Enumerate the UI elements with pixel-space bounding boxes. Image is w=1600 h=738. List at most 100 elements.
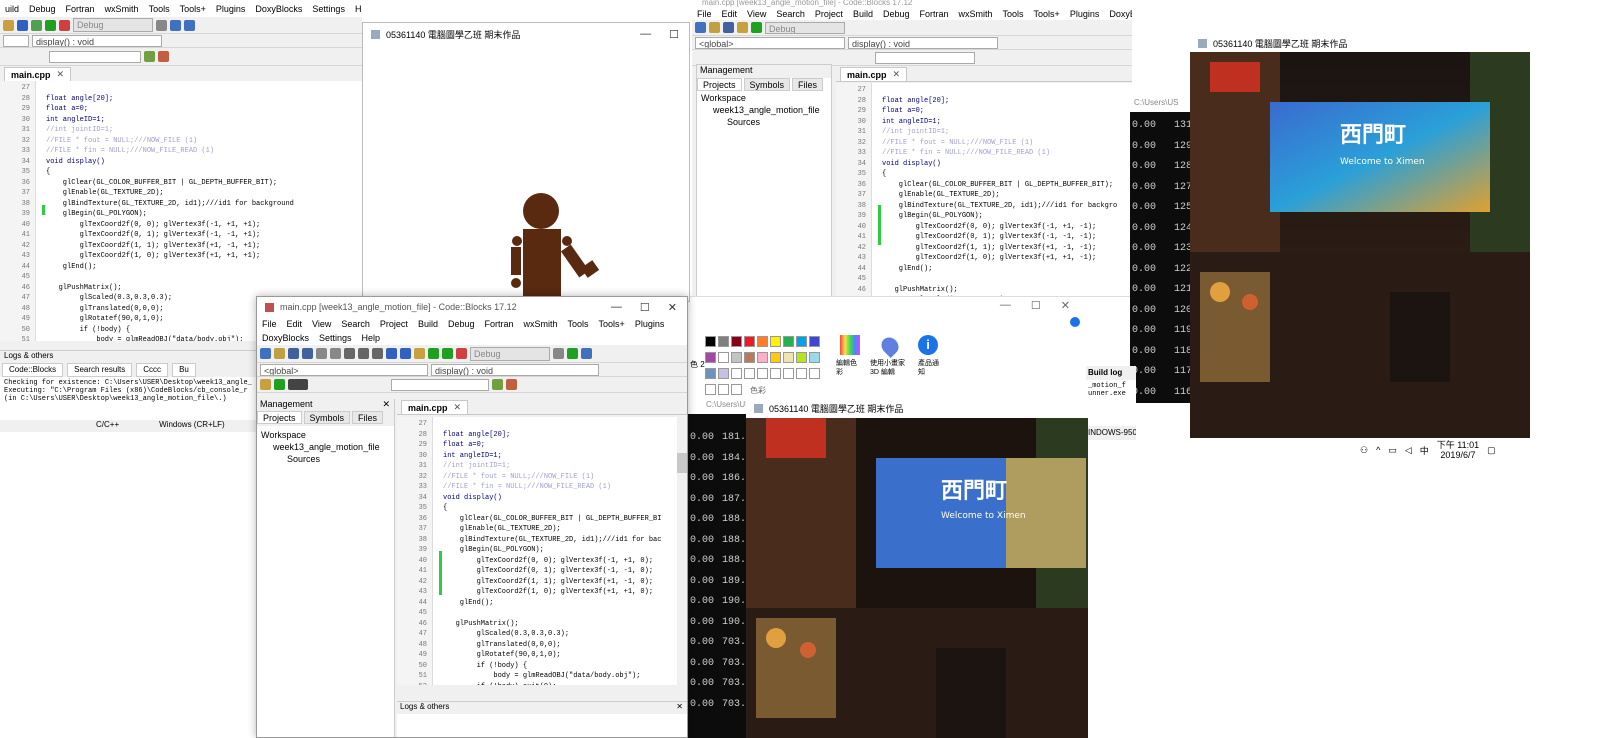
replace-icon[interactable] (400, 348, 411, 359)
menu-view[interactable]: View (307, 317, 336, 331)
menu-settings[interactable]: Settings (314, 331, 357, 345)
color-swatch[interactable] (744, 336, 755, 347)
close-button[interactable]: ✕ (668, 301, 677, 314)
save-icon[interactable] (288, 348, 299, 359)
search-icon[interactable] (386, 348, 397, 359)
minimize-button[interactable]: — (640, 28, 651, 41)
step-icon[interactable] (170, 19, 181, 31)
people-icon[interactable]: ⚇ (1360, 445, 1368, 456)
close-icon[interactable]: ✕ (57, 69, 65, 80)
scope-global-select[interactable]: <global> (695, 36, 845, 49)
menu-edit[interactable]: Edit (282, 317, 308, 331)
empty-swatch[interactable] (783, 368, 794, 379)
menu-uild[interactable]: uild (0, 4, 24, 14)
find-next-icon[interactable] (144, 51, 155, 62)
find-next-icon[interactable] (492, 379, 503, 390)
menu-tools-[interactable]: Tools+ (1029, 9, 1065, 19)
menu-tools[interactable]: Tools (144, 4, 175, 14)
open-icon[interactable] (274, 348, 285, 359)
comment-icon[interactable] (288, 379, 308, 390)
close-icon[interactable]: ✕ (893, 69, 901, 80)
color-swatch[interactable] (757, 352, 768, 363)
maximize-button[interactable]: ☐ (640, 301, 650, 314)
paste-icon[interactable] (372, 348, 383, 359)
scope-function-select[interactable]: display() : void (848, 36, 998, 49)
menu-debug[interactable]: Debug (443, 317, 480, 331)
menu-doxyblocks[interactable]: DoxyBlocks (1104, 9, 1132, 19)
copy-icon[interactable] (358, 348, 369, 359)
redo-icon[interactable] (330, 348, 341, 359)
scope-global-select[interactable]: <global> (260, 363, 428, 376)
highlight-icon[interactable] (158, 51, 169, 62)
volume-icon[interactable]: ◁ (1405, 445, 1412, 456)
log-tab-2[interactable]: Cccc (136, 363, 169, 377)
run-icon[interactable] (428, 348, 439, 359)
minimize-button[interactable]: — (1000, 299, 1011, 312)
color-swatch[interactable] (705, 368, 716, 379)
empty-swatch[interactable] (705, 384, 716, 395)
menu-wxsmith[interactable]: wxSmith (954, 9, 998, 19)
maximize-button[interactable]: ☐ (1031, 299, 1041, 312)
scroll-thumb[interactable] (677, 453, 687, 473)
project-node[interactable]: week13_angle_motion_file (261, 441, 394, 453)
color-swatch[interactable] (731, 336, 742, 347)
tab-main-cpp[interactable]: main.cpp ✕ (840, 67, 908, 81)
build-log-tab[interactable]: Build log (1086, 366, 1136, 380)
tab-files[interactable]: Files (792, 78, 824, 91)
gear-icon[interactable] (737, 22, 748, 33)
debug-icon[interactable] (553, 348, 564, 359)
run-icon[interactable] (751, 22, 762, 33)
abort-icon[interactable] (59, 19, 70, 31)
color-swatch[interactable] (783, 352, 794, 363)
color-swatch[interactable] (783, 336, 794, 347)
empty-swatch[interactable] (731, 368, 742, 379)
empty-swatch[interactable] (731, 384, 742, 395)
find-input[interactable] (49, 50, 141, 63)
menu-wxsmith[interactable]: wxSmith (519, 317, 563, 331)
tab-projects[interactable]: Projects (257, 411, 302, 424)
jump-icon[interactable] (260, 379, 271, 390)
tab-main-cpp[interactable]: main.cpp ✕ (4, 67, 72, 81)
gear-icon[interactable] (3, 19, 14, 31)
find-input[interactable] (875, 51, 975, 64)
scope-function-select[interactable]: display() : void (32, 34, 162, 47)
color-swatch[interactable] (770, 336, 781, 347)
tab-files[interactable]: Files (352, 411, 384, 424)
color-swatch[interactable] (796, 336, 807, 347)
code-editor-right[interactable]: 27 28 float angle[20]; 29 float a=0; 30 int an… (836, 83, 1132, 300)
highlight-icon[interactable] (506, 379, 517, 390)
color-swatch[interactable] (757, 336, 768, 347)
find-input[interactable] (391, 378, 489, 391)
color-swatch[interactable] (718, 352, 729, 363)
color-palette[interactable] (704, 335, 832, 398)
menu-doxyblocks[interactable]: DoxyBlocks (250, 4, 307, 14)
close-icon[interactable]: ✕ (382, 399, 390, 411)
cut-icon[interactable] (344, 348, 355, 359)
save-all-icon[interactable] (302, 348, 313, 359)
menu-help[interactable]: Help (350, 4, 362, 14)
color-swatch[interactable] (718, 336, 729, 347)
color-swatch[interactable] (809, 336, 820, 347)
menu-fortran[interactable]: Fortran (61, 4, 100, 14)
step-icon[interactable] (581, 348, 592, 359)
menu-tools[interactable]: Tools (563, 317, 594, 331)
scope-global-select[interactable] (3, 34, 29, 47)
color-swatch[interactable] (705, 336, 716, 347)
menu-build[interactable]: Build (848, 9, 878, 19)
paint-3d-icon[interactable] (877, 333, 903, 359)
log-tab-1[interactable]: Search results (67, 363, 133, 377)
color-swatch[interactable] (731, 352, 742, 363)
step-into-icon[interactable] (184, 19, 195, 31)
menu-plugins[interactable]: Plugins (211, 4, 251, 14)
open-icon[interactable] (709, 22, 720, 33)
menu-fortran[interactable]: Fortran (914, 9, 953, 19)
empty-swatch[interactable] (744, 368, 755, 379)
menu-tools-[interactable]: Tools+ (175, 4, 211, 14)
menu-project[interactable]: Project (375, 317, 413, 331)
tab-projects[interactable]: Projects (697, 78, 742, 91)
tab-symbols[interactable]: Symbols (743, 78, 791, 91)
sources-node[interactable]: Sources (261, 453, 394, 465)
log-tab-3[interactable]: Bu (172, 363, 196, 377)
menu-file[interactable]: File (257, 317, 282, 331)
menu-settings[interactable]: Settings (307, 4, 350, 14)
